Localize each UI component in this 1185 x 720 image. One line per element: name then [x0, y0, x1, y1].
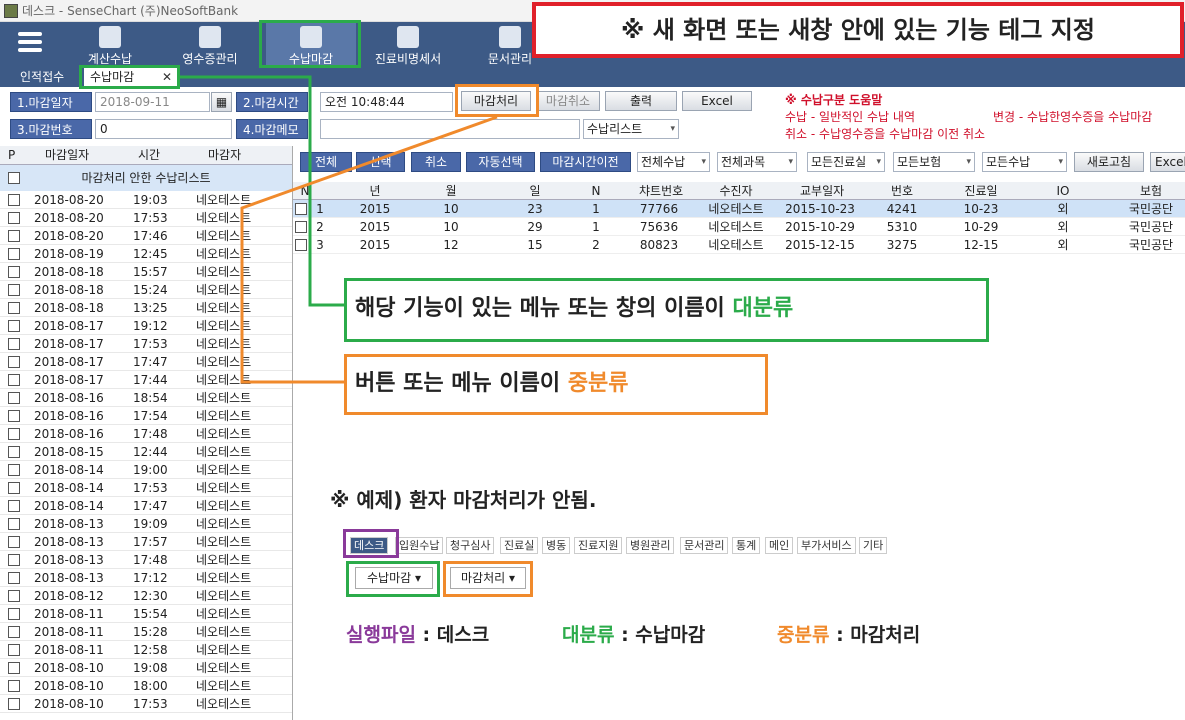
orange-callout-text: 버튼 또는 메뉴 이름이 — [355, 371, 568, 396]
example-tab[interactable]: 부가서비스 — [797, 537, 856, 554]
example-tab[interactable]: 진료지원 — [574, 537, 623, 554]
example-closing-dropdown[interactable]: 수납마감 ▾ — [355, 567, 433, 589]
example-tab[interactable]: 문서관리 — [680, 537, 729, 554]
legend-mid-value: : 마감처리 — [829, 624, 921, 646]
orange-callout-em: 중분류 — [567, 371, 629, 396]
example-tab[interactable]: 청구심사 — [446, 537, 495, 554]
legend-major: 대분류 : 수납마감 — [562, 620, 705, 647]
legend-exec: 실행파일 : 데스크 — [346, 620, 489, 647]
legend-major-key: 대분류 — [562, 624, 615, 646]
highlight-desk-tab — [343, 529, 399, 558]
example-tab[interactable]: 통계 — [732, 537, 761, 554]
orange-connector — [240, 115, 498, 384]
example-tab[interactable]: 병원관리 — [626, 537, 675, 554]
example-tab[interactable]: 메인 — [765, 537, 794, 554]
example-tab[interactable]: 입원수납 — [395, 537, 444, 554]
example-title: ※ 예제) 환자 마감처리가 안됨. — [330, 488, 597, 512]
green-callout-em: 대분류 — [732, 296, 794, 321]
green-callout: 해당 기능이 있는 메뉴 또는 창의 이름이 대분류 — [344, 278, 989, 342]
green-connector — [180, 75, 345, 307]
legend-exec-key: 실행파일 — [346, 624, 416, 646]
legend-major-value: : 수납마감 — [614, 624, 706, 646]
example-process-dropdown[interactable]: 마감처리 ▾ — [450, 567, 526, 589]
orange-callout: 버튼 또는 메뉴 이름이 중분류 — [344, 354, 768, 415]
example-tab[interactable]: 진료실 — [500, 537, 539, 554]
example-tab[interactable]: 병동 — [542, 537, 571, 554]
legend-exec-value: : 데스크 — [415, 624, 490, 646]
legend-mid: 중분류 : 마감처리 — [777, 620, 920, 647]
example-tab[interactable]: 기타 — [859, 537, 888, 554]
green-callout-text: 해당 기능이 있는 메뉴 또는 창의 이름이 — [355, 296, 733, 321]
legend-mid-key: 중분류 — [777, 624, 830, 646]
